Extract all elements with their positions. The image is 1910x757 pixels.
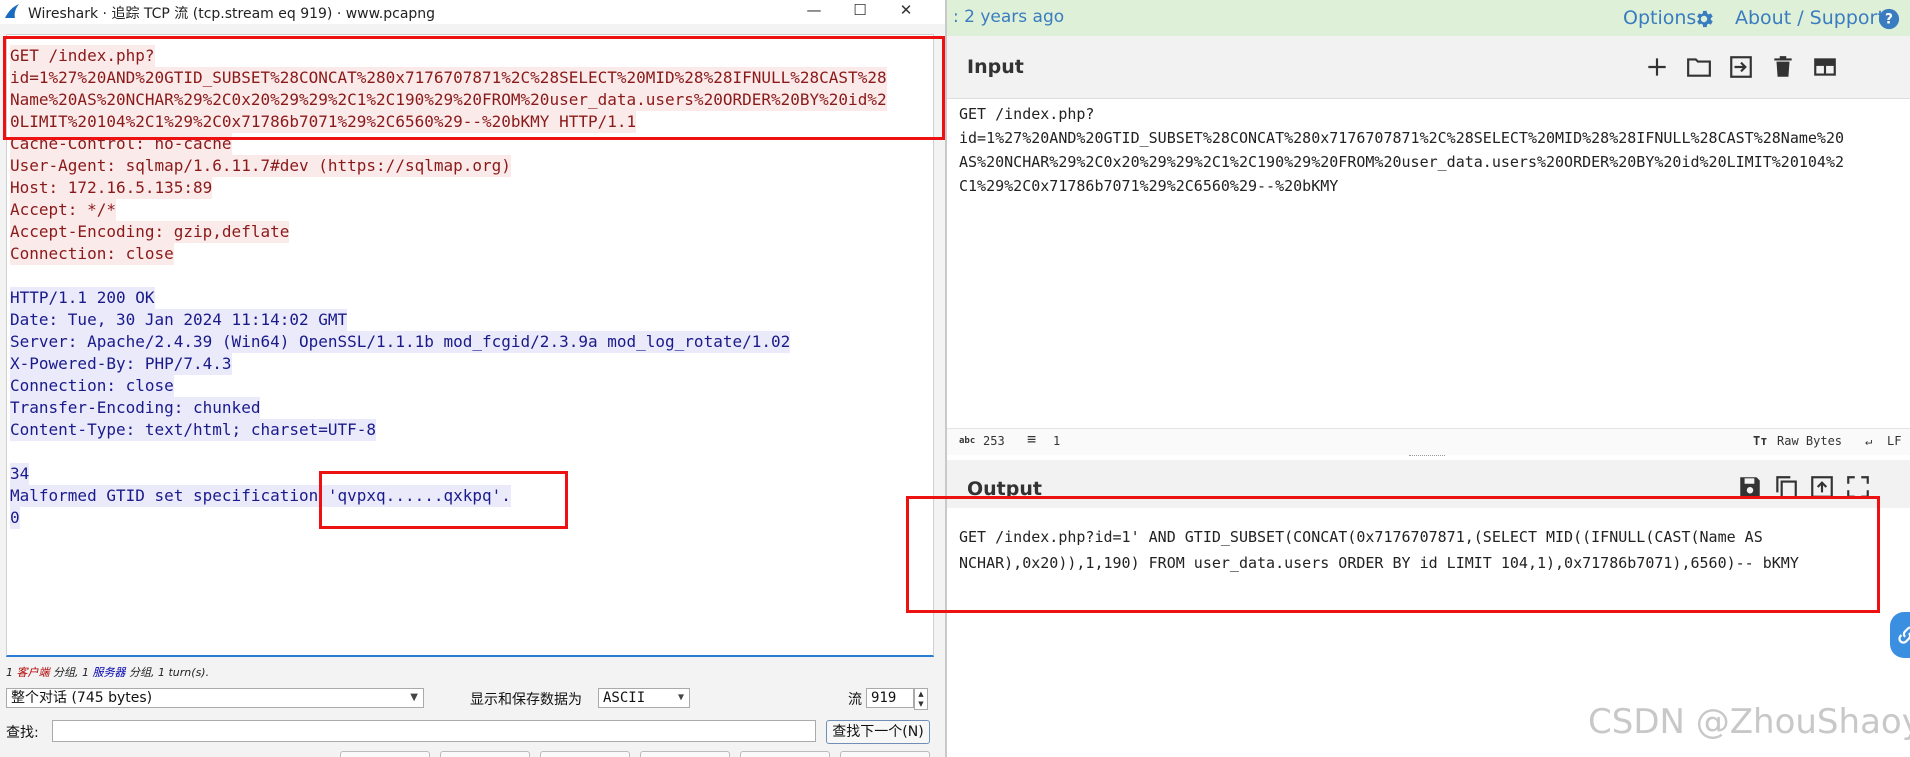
client-count: 1 (6, 666, 13, 679)
stream-line: Server: Apache/2.4.39 (Win64) OpenSSL/1.… (10, 331, 791, 353)
server-unit: 分组, (129, 666, 155, 679)
stream-number-value: 919 (871, 690, 897, 706)
length-value: 253 (983, 434, 1005, 448)
input-title: Input (967, 56, 1024, 78)
chain-link-icon[interactable] (1890, 612, 1910, 658)
top-banner: : 2 years ago Options About / Support ? (947, 0, 1910, 36)
conversation-select[interactable]: 整个对话 (745 bytes) ▼ (6, 688, 424, 708)
chevron-down-icon: ▼ (677, 692, 684, 703)
last-updated-text: : 2 years ago (953, 7, 1065, 27)
title-bar: Wireshark · 追踪 TCP 流 (tcp.stream eq 919)… (0, 0, 945, 24)
client-unit: 分组, (53, 666, 79, 679)
input-status-bar: abc 253 ≡ 1 Tт Raw Bytes ↵ LF (947, 428, 1910, 455)
fullscreen-icon[interactable] (1845, 474, 1871, 500)
copy-icon[interactable] (1773, 474, 1799, 500)
length-label: abc (959, 436, 976, 446)
upload-icon[interactable] (1809, 474, 1835, 500)
stream-line: Transfer-Encoding: chunked (10, 397, 261, 419)
stream-line: Host: 172.16.5.135:89 (10, 177, 213, 199)
find-label: 查找: (6, 725, 39, 741)
encoding-select-value: ASCII (603, 690, 646, 706)
input-textarea[interactable]: GET /index.php? id=1%27%20AND%20GTID_SUBS… (959, 102, 1904, 198)
stream-number-input[interactable]: 919 (866, 688, 914, 708)
stream-line: 0LIMIT%20104%2C1%29%2C0x71786b7071%29%2C… (10, 111, 637, 133)
input-header: Input (947, 36, 1910, 99)
server-count: 1 (82, 666, 89, 679)
output-textarea[interactable]: GET /index.php?id=1' AND GTID_SUBSET(CON… (959, 524, 1904, 576)
stream-line: Name%20AS%20NCHAR%29%2C0x20%29%29%2C1%2C… (10, 89, 887, 111)
stream-line: HTTP/1.1 200 OK (10, 287, 155, 309)
input-line: AS%20NCHAR%29%2C0x20%29%29%2C1%2C190%29%… (959, 153, 1845, 171)
wireshark-window: Wireshark · 追踪 TCP 流 (tcp.stream eq 919)… (0, 0, 945, 757)
stream-line: 0 (10, 507, 20, 529)
input-line: GET /index.php? (959, 105, 1095, 123)
text-encoding-icon[interactable]: Tт (1753, 434, 1767, 448)
dialog-button[interactable] (340, 751, 430, 757)
chevron-down-icon: ▼ (410, 692, 418, 703)
stream-label: 流 (848, 692, 862, 708)
conversation-select-value: 整个对话 (745 bytes) (11, 690, 153, 706)
tcp-stream-text[interactable]: GET /index.php? id=1%27%20AND%20GTID_SUBS… (6, 34, 934, 657)
lines-value: 1 (1053, 434, 1061, 448)
encoding-select[interactable]: ASCII ▼ (598, 688, 690, 708)
dialog-button[interactable] (840, 751, 930, 757)
input-line: C1%29%2C0x71786b7071%29%2C6560%29--%20bK… (959, 177, 1339, 195)
about-support-link[interactable]: About / Support (1735, 7, 1885, 29)
packet-summary: 1 客户端 分组, 1 服务器 分组, 1 turn(s). (6, 664, 209, 680)
input-line: id=1%27%20AND%20GTID_SUBSET%28CONCAT%280… (959, 129, 1845, 147)
options-link[interactable]: Options (1623, 7, 1696, 29)
stream-line: GET /index.php? (10, 45, 155, 67)
stream-line: X-Powered-By: PHP/7.4.3 (10, 353, 232, 375)
stream-line: Accept: */* (10, 199, 116, 221)
stream-line: Malformed GTID set specification 'qvpxq.… (10, 485, 511, 507)
dialog-button[interactable] (540, 751, 630, 757)
plus-icon[interactable] (1644, 54, 1670, 80)
minimize-button[interactable]: — (791, 0, 837, 22)
cyberchef-panel: : 2 years ago Options About / Support ? … (947, 0, 1910, 757)
stream-spinner[interactable]: ▲ ▼ (914, 688, 928, 710)
maximize-button[interactable]: ☐ (837, 0, 883, 22)
dialog-button[interactable] (440, 751, 530, 757)
find-input[interactable] (52, 720, 816, 742)
gear-icon[interactable] (1693, 8, 1715, 30)
eol-label[interactable]: LF (1887, 434, 1901, 448)
stream-line: Content-Type: text/html; charset=UTF-8 (10, 419, 377, 441)
trash-icon[interactable] (1770, 54, 1796, 80)
output-title: Output (967, 478, 1042, 500)
dialog-button[interactable] (640, 751, 730, 757)
turn-count: 1 turn(s). (158, 666, 210, 679)
svg-text:?: ? (1885, 12, 1893, 28)
wireshark-fin-icon (5, 4, 19, 18)
layout-icon[interactable] (1812, 54, 1838, 80)
raw-bytes-label[interactable]: Raw Bytes (1777, 434, 1842, 448)
output-line: NCHAR),0x20)),1,190) FROM user_data.user… (959, 554, 1799, 572)
return-icon: ↵ (1865, 434, 1873, 448)
client-label: 客户端 (16, 666, 50, 679)
folder-icon[interactable] (1686, 54, 1712, 80)
link-icon (1898, 626, 1910, 644)
stream-line: Connection: close (10, 375, 174, 397)
output-line: GET /index.php?id=1' AND GTID_SUBSET(CON… (959, 528, 1763, 546)
stream-line: Cache-Control: no-cache (10, 133, 232, 155)
display-label: 显示和保存数据为 (470, 692, 582, 708)
stream-line: Date: Tue, 30 Jan 2024 11:14:02 GMT (10, 309, 348, 331)
save-icon[interactable] (1737, 474, 1763, 500)
window-title: Wireshark · 追踪 TCP 流 (tcp.stream eq 919)… (28, 6, 436, 22)
close-button[interactable]: ✕ (883, 0, 929, 22)
stream-line: 34 (10, 463, 30, 485)
dialog-button[interactable] (740, 751, 830, 757)
stream-line: Accept-Encoding: gzip,deflate (10, 221, 290, 243)
find-next-button[interactable]: 查找下一个(N) (826, 720, 930, 744)
stream-line: Connection: close (10, 243, 174, 265)
watermark: CSDN @ZhouShaoy (1588, 702, 1910, 742)
stream-line: User-Agent: sqlmap/1.6.11.7#dev (https:/… (10, 155, 511, 177)
import-icon[interactable] (1728, 54, 1754, 80)
lines-icon: ≡ (1027, 430, 1037, 448)
stream-line: id=1%27%20AND%20GTID_SUBSET%28CONCAT%280… (10, 67, 887, 89)
help-icon[interactable]: ? (1878, 8, 1900, 30)
server-label: 服务器 (92, 666, 126, 679)
output-header: Output (947, 460, 1910, 508)
